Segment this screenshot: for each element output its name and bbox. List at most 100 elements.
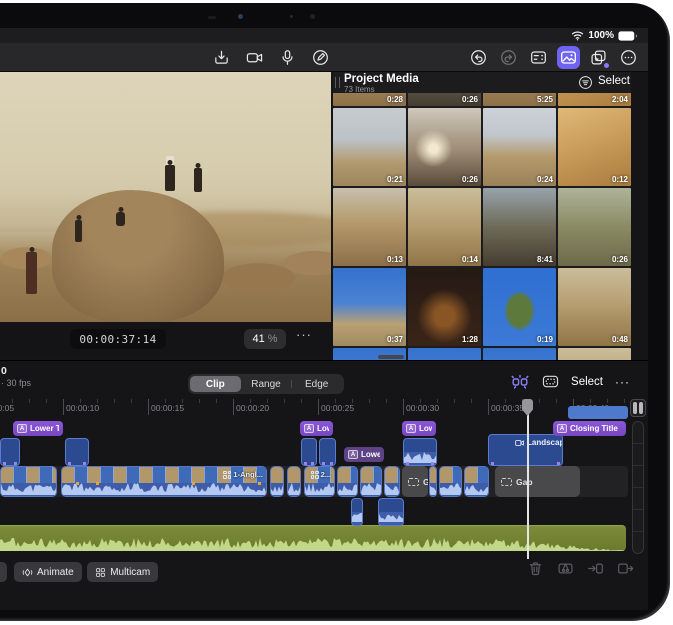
connected-clip[interactable] (301, 438, 317, 466)
primary-clip[interactable]: 2... (304, 466, 335, 497)
timeline-more-button[interactable]: ··· (615, 375, 630, 389)
clipped-button[interactable] (0, 562, 7, 582)
connected-clip-below[interactable] (378, 498, 404, 526)
viewer[interactable]: 00:00:37:14 41 % ··· (0, 72, 331, 356)
connected-audio-bar[interactable] (568, 406, 628, 419)
primary-clip[interactable] (439, 466, 462, 497)
connected-clip[interactable]: Landscap... (488, 434, 563, 466)
media-thumbnail[interactable]: 0:26 (408, 93, 481, 106)
clip-waveform (288, 483, 300, 496)
audio-clip[interactable] (0, 525, 626, 551)
primary-clip[interactable] (0, 466, 57, 497)
multicam-button[interactable]: Multicam (87, 562, 158, 582)
media-thumbnail[interactable] (483, 348, 556, 360)
mode-tab-clip[interactable]: Clip (190, 376, 241, 392)
media-thumbnail[interactable]: 8:41 (483, 188, 556, 266)
more-button[interactable] (617, 46, 640, 69)
animate-button[interactable]: Animate (14, 562, 82, 582)
primary-clip[interactable] (384, 466, 400, 497)
media-panel-title: Project Media (344, 73, 419, 85)
mode-tab-range[interactable]: Range (241, 376, 292, 392)
mode-tab-edge[interactable]: Edge (291, 376, 342, 392)
blade-button[interactable] (557, 560, 574, 577)
primary-clip[interactable] (270, 466, 284, 497)
status-bar: 100% (0, 28, 648, 43)
gap-clip[interactable]: G (402, 466, 428, 497)
media-thumbnail[interactable]: 5:25 (483, 93, 556, 106)
media-thumbnail[interactable]: 0:19 (483, 268, 556, 346)
connection-dot (3, 462, 6, 465)
media-thumbnail[interactable]: 0:13 (333, 188, 406, 266)
pencil-button[interactable] (309, 46, 332, 69)
title-clip-label: Lower T... (30, 424, 59, 433)
primary-clip[interactable] (287, 466, 301, 497)
select-clip-icon[interactable] (542, 374, 559, 389)
camera-button[interactable] (243, 46, 266, 69)
viewer-more-button[interactable]: ··· (296, 327, 312, 342)
title-clip[interactable]: AClosing Title (553, 421, 626, 436)
timecode-display[interactable]: 00:00:37:14 (70, 329, 166, 349)
keyframe-marker[interactable] (192, 482, 195, 485)
panel-drag-handle[interactable] (335, 77, 340, 88)
connected-clip[interactable] (319, 438, 336, 466)
title-clip[interactable]: ALower T... (13, 421, 63, 436)
clip-filmstrip (385, 467, 399, 483)
person-right-of-rock (194, 168, 202, 192)
connection-dot (557, 462, 560, 465)
media-thumbnail[interactable]: 1:28 (408, 268, 481, 346)
timeline-ruler[interactable]: 00:00:0500:00:1000:00:1500:00:2000:00:25… (0, 399, 632, 417)
import-button[interactable] (210, 46, 233, 69)
timeline-select-button[interactable]: Select (571, 376, 603, 388)
media-thumbnail[interactable]: 0:28 (333, 93, 406, 106)
primary-clip[interactable] (464, 466, 489, 497)
clip-waveform (430, 483, 436, 496)
timeline-drag-handle[interactable] (378, 355, 404, 359)
zoom-level-button[interactable]: 41 % (244, 329, 286, 349)
connection-dot (304, 462, 307, 465)
main-toolbar (0, 43, 648, 72)
primary-clip[interactable] (360, 466, 382, 497)
primary-clip[interactable]: 1-Angl... (61, 466, 267, 497)
primary-clip[interactable] (429, 466, 437, 497)
filter-icon[interactable] (578, 75, 593, 90)
connected-clip[interactable] (403, 438, 437, 466)
media-thumbnail[interactable]: 0:12 (558, 108, 631, 186)
timeline-scrollbar[interactable] (632, 421, 644, 554)
media-thumbnail[interactable]: 0:48 (558, 268, 631, 346)
microphone-button[interactable] (276, 46, 299, 69)
undo-button[interactable] (467, 46, 490, 69)
media-thumbnail[interactable]: 0:26 (558, 188, 631, 266)
insert-button[interactable] (587, 560, 604, 577)
media-thumbnail[interactable]: 0:37 (333, 268, 406, 346)
media-thumbnail[interactable]: 0:21 (333, 108, 406, 186)
media-thumbnail[interactable] (408, 348, 481, 360)
media-thumbnail[interactable]: 0:26 (408, 108, 481, 186)
media-select-button[interactable]: Select (598, 75, 630, 87)
keyframe-marker[interactable] (258, 482, 261, 485)
media-browser-button[interactable] (557, 46, 580, 69)
title-clip[interactable]: ALow... (402, 421, 436, 436)
clip-waveform (440, 483, 461, 496)
trash-button[interactable] (527, 560, 544, 577)
gap-clip[interactable]: Gap (495, 466, 580, 497)
multicam-icon (311, 471, 319, 479)
redo-button[interactable] (497, 46, 520, 69)
append-button[interactable] (617, 560, 634, 577)
media-thumbnail[interactable]: 0:14 (408, 188, 481, 266)
inspector-button[interactable] (527, 46, 550, 69)
title-clip[interactable]: ALower... (344, 447, 384, 462)
keyframe-marker[interactable] (96, 482, 99, 485)
enhance-icon[interactable] (510, 373, 530, 390)
media-thumbnail[interactable]: 2:04 (558, 93, 631, 106)
media-thumbnail[interactable]: 0:24 (483, 108, 556, 186)
clip-waveform (361, 483, 381, 496)
effects-button[interactable] (587, 46, 610, 69)
connected-clip[interactable] (0, 438, 20, 466)
connected-clip-below[interactable] (351, 498, 363, 526)
primary-clip[interactable] (337, 466, 358, 497)
title-clip[interactable]: ALow... (300, 421, 333, 436)
timeline-zoom-handle[interactable] (630, 399, 646, 417)
keyframe-marker[interactable] (76, 482, 79, 485)
media-thumbnail[interactable] (558, 348, 631, 360)
connected-clip[interactable] (65, 438, 89, 466)
